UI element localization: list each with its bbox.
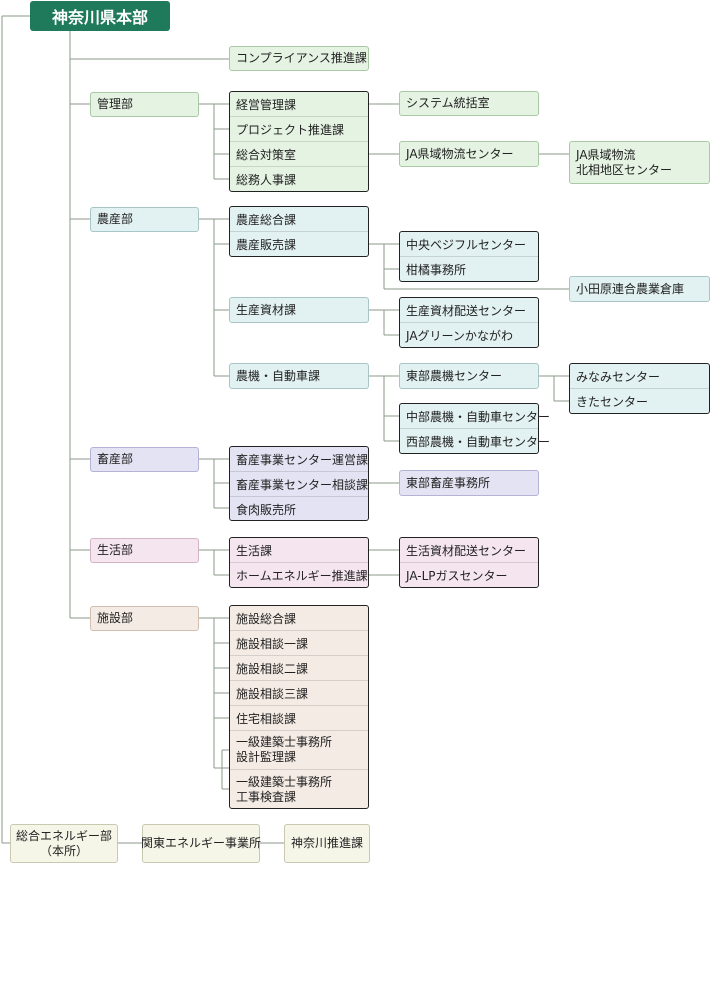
section-seikatsu: 生活課 [230,538,368,563]
section-chikusan-soudan: 畜産事業センター相談課 [230,472,368,497]
kanagawa-suishin-box: 神奈川推進課 [284,824,370,863]
chikusan-sections: 畜産事業センター運営課 畜産事業センター相談課 食肉販売所 [229,446,369,521]
section-project: プロジェクト推進課 [230,117,368,142]
center-ja-green: JAグリーンかながわ [406,329,513,343]
center-kankitsu: 柑橘事務所 [406,263,467,277]
odawara-box: 小田原連合農業倉庫 [569,276,710,302]
center-minami: みなみセンター [570,364,709,389]
logistics-north-box: JA県域物流 北相地区センター [569,141,710,184]
section-nousan-sougou: 農産総合課 [230,207,368,232]
section-jutaku: 住宅相談課 [230,706,368,731]
nouki-box: 農機・自動車課 [229,363,369,389]
section-sougou: 総合対策室 [230,142,368,167]
seikatsu-centers: 生活資材配送センター JA-LPガスセンター [399,537,539,588]
dept-chikusan: 畜産部 [90,447,199,472]
center-seikatsu-haisou: 生活資材配送センター [400,538,538,563]
logistics-box: JA県域物流センター [399,141,539,167]
toubu-sub-centers: みなみセンター きたセンター [569,363,710,414]
page-title: 神奈川県本部 [30,1,170,31]
dept-energy: 総合エネルギー部 （本所） [10,824,118,863]
shizai-box: 生産資材課 [229,297,369,323]
kanto-energy-box: 関東エネルギー事業所 [141,824,261,863]
dept-kanri: 管理部 [90,92,199,117]
center-chubu: 中部農機・自動車センター [400,404,550,429]
center-shizai-haisou: 生産資材配送センター [400,298,538,323]
dept-seikatsu: 生活部 [90,538,199,563]
section-soudan-2: 施設相談二課 [230,656,368,681]
kanri-sections: 経営管理課 プロジェクト推進課 総合対策室 総務人事課 [229,91,369,192]
center-seibu: 西部農機・自動車センター [406,435,551,449]
section-soudan-3: 施設相談三課 [230,681,368,706]
center-lpgas: JA-LPガスセンター [406,569,508,583]
toubu-chikusan-box: 東部畜産事務所 [399,470,539,496]
dept-shisetsu: 施設部 [90,606,199,631]
shizai-centers: 生産資材配送センター JAグリーンかながわ [399,297,539,348]
toubu-nouki-box: 東部農機センター [399,363,539,389]
section-home-energy: ホームエネルギー推進課 [236,569,368,583]
section-shisetsu-sougou: 施設総合課 [230,606,368,631]
nousan-centers: 中央ベジフルセンター 柑橘事務所 [399,231,539,282]
section-sekkei: 一級建築士事務所 設計監理課 [230,731,368,770]
section-chikusan-unei: 畜産事業センター運営課 [230,447,368,472]
compliance-box: コンプライアンス推進課 [229,46,369,71]
seikatsu-sections: 生活課 ホームエネルギー推進課 [229,537,369,588]
system-box: システム統括室 [399,91,539,116]
nousan-sections: 農産総合課 農産販売課 [229,206,369,257]
shisetsu-sections: 施設総合課 施設相談一課 施設相談二課 施設相談三課 住宅相談課 一級建築士事務… [229,605,369,809]
center-kita: きたセンター [576,395,649,409]
dept-nousan: 農産部 [90,207,199,232]
section-nousan-hanbai: 農産販売課 [236,238,297,252]
center-vegeful: 中央ベジフルセンター [400,232,538,257]
section-soumu: 総務人事課 [236,173,297,187]
section-kouji: 一級建築士事務所 工事検査課 [236,774,333,804]
section-shokuniku: 食肉販売所 [236,503,297,517]
section-soudan-1: 施設相談一課 [230,631,368,656]
section-keiei: 経営管理課 [230,92,368,117]
nouki-centers: 中部農機・自動車センター 西部農機・自動車センター [399,403,551,454]
